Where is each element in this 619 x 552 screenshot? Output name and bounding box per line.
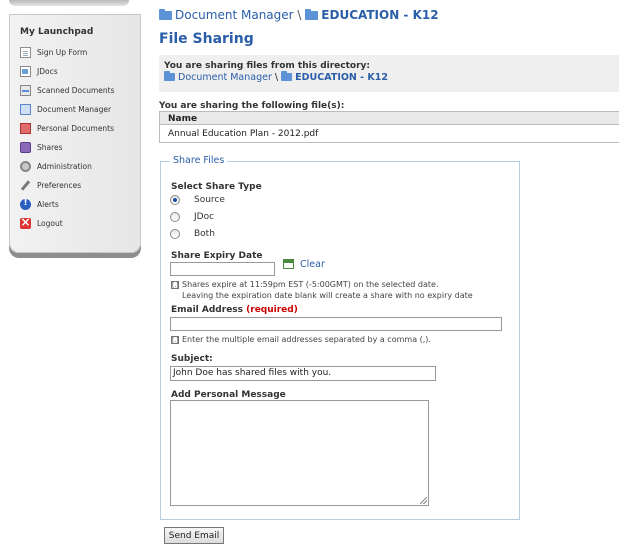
sidebar-item-logout[interactable]: Logout	[20, 215, 63, 230]
gear-icon	[20, 160, 31, 172]
folder-icon	[305, 9, 319, 20]
directory-info-box: You are sharing files from this director…	[159, 55, 619, 92]
radio-button[interactable]	[170, 212, 180, 222]
files-column-header: Name	[159, 111, 619, 125]
sidebar-item-label: JDocs	[37, 66, 58, 76]
sidebar-item-label: Scanned Documents	[37, 85, 115, 95]
files-label: You are sharing the following file(s):	[159, 101, 345, 111]
expiry-date-label: Share Expiry Date	[171, 251, 263, 261]
sidebar-header-cap	[9, 0, 129, 6]
page-title: File Sharing	[159, 31, 254, 47]
sidebar-item-label: Document Manager	[37, 104, 112, 114]
breadcrumb: Document Manager \ EDUCATION - K12	[159, 8, 439, 22]
email-note: Enter the multiple email addresses separ…	[182, 335, 431, 344]
folder-icon	[281, 71, 293, 81]
sidebar-item-shares[interactable]: Shares	[20, 140, 63, 154]
scanner-icon	[20, 84, 31, 96]
radio-label: JDoc	[194, 212, 215, 222]
sidebar-item-label: Shares	[37, 142, 63, 152]
share-type-label: Select Share Type	[171, 182, 262, 192]
files-table: Name Annual Education Plan - 2012.pdf	[159, 111, 619, 143]
send-email-button[interactable]: Send Email	[164, 527, 224, 544]
directory-separator: \	[274, 72, 279, 83]
expiry-note: Shares expire at 11:59pm EST (-5:00GMT) …	[182, 280, 439, 289]
info-icon: [.]	[171, 281, 179, 289]
radio-button-checked[interactable]	[170, 195, 180, 205]
clear-date-link[interactable]: Clear	[300, 259, 325, 270]
breadcrumb-current-folder-link[interactable]: EDUCATION - K12	[321, 8, 438, 22]
radio-button[interactable]	[170, 229, 180, 239]
folder-icon	[164, 71, 175, 81]
document-icon	[20, 46, 31, 58]
subject-input[interactable]: John Doe has shared files with you.	[170, 366, 436, 381]
share-type-both-option[interactable]: Both	[170, 229, 215, 239]
alert-icon	[20, 198, 31, 210]
sidebar-item-alerts[interactable]: Alerts	[20, 197, 59, 211]
sidebar-item-sign-up-form[interactable]: Sign Up Form	[20, 45, 87, 59]
breadcrumb-separator: \	[297, 8, 302, 22]
wrench-icon	[20, 180, 31, 191]
directory-label: You are sharing files from this director…	[164, 61, 370, 71]
personal-message-label: Add Personal Message	[171, 390, 286, 400]
expiry-date-input[interactable]	[170, 262, 275, 276]
personal-message-textarea[interactable]	[170, 400, 429, 506]
shares-icon	[20, 141, 31, 153]
sidebar-item-personal-documents[interactable]: Personal Documents	[20, 121, 114, 135]
sidebar-item-label: Personal Documents	[37, 123, 115, 133]
expiry-note-blank: Leaving the expiration date blank will c…	[182, 291, 473, 300]
directory-path: Document Manager \ EDUCATION - K12	[164, 71, 388, 83]
radio-label: Source	[194, 195, 225, 205]
share-files-legend: Share Files	[170, 155, 228, 166]
share-type-jdoc-option[interactable]: JDoc	[170, 212, 214, 222]
resize-grip-icon[interactable]	[420, 497, 427, 504]
sidebar-item-administration[interactable]: Administration	[20, 159, 92, 173]
email-address-input[interactable]	[170, 317, 502, 331]
email-label-text: Email Address	[171, 305, 244, 315]
sidebar-title: My Launchpad	[20, 27, 94, 37]
jdocs-icon	[20, 65, 31, 77]
share-type-source-option[interactable]: Source	[170, 195, 225, 205]
calendar-icon[interactable]	[283, 259, 294, 269]
sidebar-item-preferences[interactable]: Preferences	[20, 178, 81, 192]
radio-label: Both	[194, 229, 215, 239]
sidebar-item-jdocs[interactable]: JDocs	[20, 64, 58, 78]
sidebar-item-label: Alerts	[37, 199, 59, 209]
sidebar-item-label: Sign Up Form	[37, 47, 88, 57]
sidebar-item-label: Logout	[37, 218, 63, 228]
document-manager-icon	[20, 103, 31, 115]
required-indicator: (required)	[246, 305, 298, 315]
directory-current-link[interactable]: EDUCATION - K12	[295, 72, 388, 83]
sidebar: My Launchpad Sign Up Form JDocs Scanned …	[9, 14, 141, 253]
directory-root-link[interactable]: Document Manager	[178, 72, 272, 83]
personal-documents-icon	[20, 122, 31, 134]
sidebar-item-label: Administration	[37, 161, 92, 171]
subject-label: Subject:	[171, 354, 213, 364]
sidebar-item-document-manager[interactable]: Document Manager	[20, 102, 111, 116]
close-icon	[20, 215, 31, 229]
table-row: Annual Education Plan - 2012.pdf	[159, 125, 619, 143]
info-icon: [.]	[171, 336, 179, 344]
folder-icon	[159, 9, 172, 20]
breadcrumb-document-manager-link[interactable]: Document Manager	[175, 8, 294, 22]
sidebar-item-label: Preferences	[37, 180, 82, 190]
sidebar-item-scanned-documents[interactable]: Scanned Documents	[20, 83, 115, 97]
email-address-label: Email Address (required)	[171, 305, 298, 315]
